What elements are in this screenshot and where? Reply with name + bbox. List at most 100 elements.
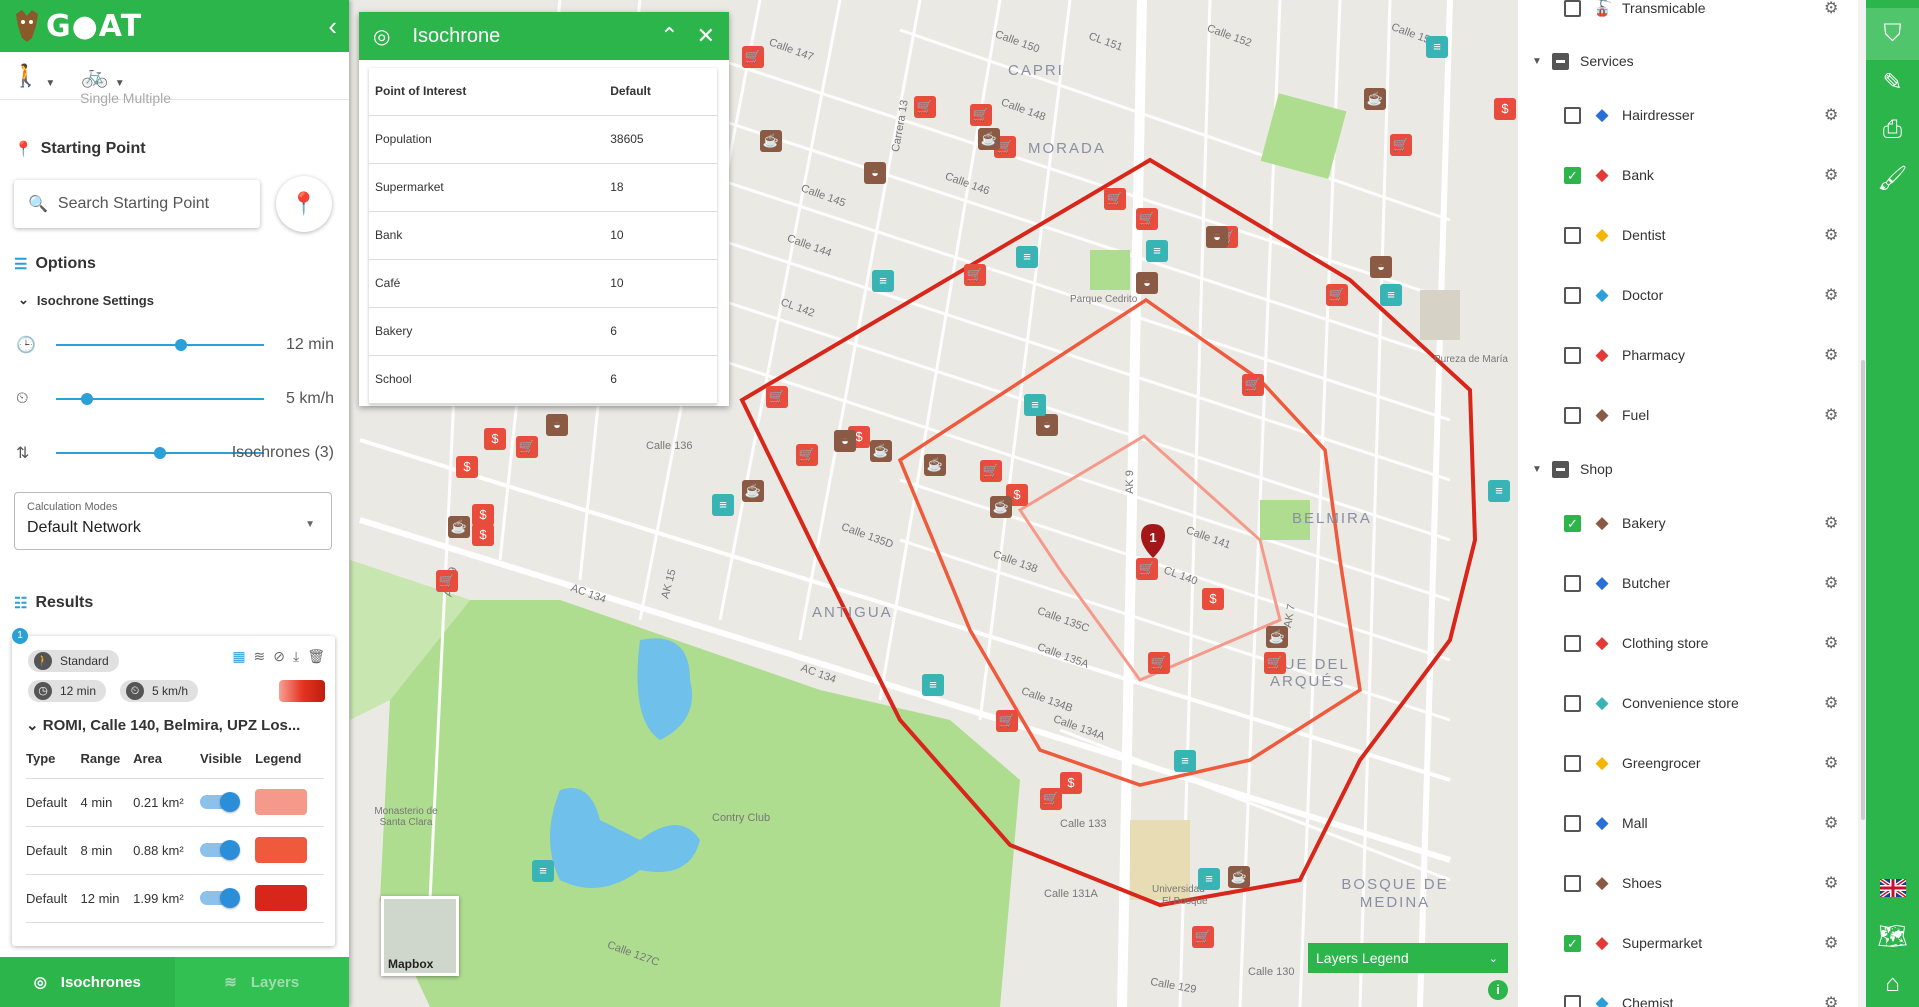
legend-swatch[interactable] [255,837,308,863]
map-search-icon[interactable]: 🗺 [1866,910,1919,962]
bank-poi-icon[interactable]: $ [472,524,494,546]
layers-icon[interactable]: ≋ [254,648,266,665]
gear-icon[interactable]: ⚙ [1824,0,1838,18]
gear-icon[interactable]: ⚙ [1824,165,1838,185]
supermarket-poi-icon[interactable]: 🛒 [1326,284,1348,306]
cafe-poi-icon[interactable]: ☕ [1364,88,1386,110]
isochrone-color-gradient[interactable] [279,680,325,702]
gear-icon[interactable]: ⚙ [1824,873,1838,893]
cafe-poi-icon[interactable]: ☕ [448,516,470,538]
layer-item-bank[interactable]: ✓ ◆ Bank ⚙ [1518,155,1858,195]
legend-swatch[interactable] [255,789,308,815]
layers-legend-button[interactable]: Layers Legend ⌄ [1308,943,1508,973]
checkbox[interactable] [1564,754,1581,772]
slider-track[interactable] [56,344,264,346]
supermarket-poi-icon[interactable]: 🛒 [964,264,986,286]
layer-item-dentist[interactable]: ◆ Dentist ⚙ [1518,215,1858,255]
supermarket-poi-icon[interactable]: 🛒 [914,96,936,118]
filter-icon[interactable]: ⛉ [1866,8,1919,60]
layer-item-hairdresser[interactable]: ◆ Hairdresser ⚙ [1518,95,1858,135]
cafe-poi-icon[interactable]: ☕ [760,130,782,152]
supermarket-poi-icon[interactable]: 🛒 [1242,374,1264,396]
supermarket-poi-icon[interactable]: 🛒 [436,570,458,592]
supermarket-poi-icon[interactable]: 🛒 [516,436,538,458]
bus-stop-poi-icon[interactable]: ≡ [872,270,894,292]
edit-icon[interactable]: ✎ [1866,56,1919,108]
travel-time-slider[interactable]: 🕒 12 min [16,330,334,360]
collapse-panel-icon[interactable]: ‹ [328,11,337,42]
cafe-poi-icon[interactable]: ☕ [742,480,764,502]
layer-item-shoes[interactable]: ◆ Shoes ⚙ [1518,863,1858,903]
bus-stop-poi-icon[interactable]: ≡ [1016,246,1038,268]
speed-slider[interactable]: ⏲ 5 km/h [16,384,334,414]
slider-thumb[interactable] [154,447,166,459]
layer-item-mall[interactable]: ◆ Mall ⚙ [1518,803,1858,843]
tab-layers[interactable]: ≋ Layers [174,957,349,1007]
layer-item-doctor[interactable]: ◆ Doctor ⚙ [1518,275,1858,315]
checkbox[interactable] [1564,694,1581,712]
supermarket-poi-icon[interactable]: 🛒 [1148,652,1170,674]
supermarket-poi-icon[interactable]: 🛒 [1264,652,1286,674]
supermarket-poi-icon[interactable]: 🛒 [1390,134,1412,156]
gear-icon[interactable]: ⚙ [1824,993,1838,1007]
checkbox[interactable] [1564,286,1581,304]
tab-isochrones[interactable]: ◎ Isochrones [0,957,175,1007]
layer-item-pharmacy[interactable]: ◆ Pharmacy ⚙ [1518,335,1858,375]
bus-stop-poi-icon[interactable]: ≡ [1024,394,1046,416]
gear-icon[interactable]: ⚙ [1824,753,1838,773]
bus-stop-poi-icon[interactable]: ≡ [922,674,944,696]
walk-mode-button[interactable]: 🚶 ▼ [12,63,55,89]
gear-icon[interactable]: ⚙ [1824,405,1838,425]
visible-toggle[interactable] [200,888,241,908]
checkbox[interactable] [1564,226,1581,244]
gear-icon[interactable]: ⚙ [1824,693,1838,713]
checkbox[interactable] [1564,994,1581,1007]
language-flag-icon[interactable] [1866,862,1919,914]
layer-item-fuel[interactable]: ◆ Fuel ⚙ [1518,395,1858,435]
bus-stop-poi-icon[interactable]: ≡ [1426,36,1448,58]
supermarket-poi-icon[interactable]: 🛒 [796,444,818,466]
layer-item-supermarket[interactable]: ✓ ◆ Supermarket ⚙ [1518,923,1858,963]
bus-stop-poi-icon[interactable]: ≡ [1174,750,1196,772]
checkbox[interactable] [1564,634,1581,652]
bus-stop-poi-icon[interactable]: ≡ [1146,240,1168,262]
supermarket-poi-icon[interactable]: 🛒 [742,46,764,68]
slider-thumb[interactable] [174,339,187,351]
checkbox[interactable] [1564,346,1581,364]
bank-poi-icon[interactable]: $ [484,428,506,450]
bank-poi-icon[interactable]: $ [1494,98,1516,120]
chevron-up-icon[interactable]: ⌃ [660,23,678,49]
supermarket-poi-icon[interactable]: 🛒 [766,386,788,408]
calculation-mode-select[interactable]: Calculation Modes Default Network ▼ [14,492,332,550]
close-icon[interactable]: ✕ [697,23,715,49]
cafe-poi-icon[interactable]: ☕ [978,128,1000,150]
checkbox[interactable] [1564,874,1581,892]
bakery-poi-icon[interactable]: ◒ [1136,272,1158,294]
layer-item-greengrocer[interactable]: ◆ Greengrocer ⚙ [1518,743,1858,783]
visible-toggle[interactable] [200,840,241,860]
print-icon[interactable]: ⎙ [1866,104,1919,156]
bakery-poi-icon[interactable]: ◒ [1036,414,1058,436]
supermarket-poi-icon[interactable]: 🛒 [1136,558,1158,580]
bus-stop-poi-icon[interactable]: ≡ [1198,868,1220,890]
checkbox[interactable]: ✓ [1564,166,1581,184]
checkbox[interactable] [1564,814,1581,832]
bank-poi-icon[interactable]: $ [456,456,478,478]
starting-point-search-input[interactable]: 🔍 Search Starting Point [14,180,260,228]
gear-icon[interactable]: ⚙ [1824,813,1838,833]
legend-swatch[interactable] [255,885,308,911]
bank-poi-icon[interactable]: $ [1060,772,1082,794]
bus-stop-poi-icon[interactable]: ≡ [712,494,734,516]
bakery-poi-icon[interactable]: ◒ [1206,226,1228,248]
cafe-poi-icon[interactable]: ☕ [990,496,1012,518]
cafe-poi-icon[interactable]: ☕ [1228,866,1250,888]
supermarket-poi-icon[interactable]: 🛒 [996,710,1018,732]
supermarket-poi-icon[interactable]: 🛒 [980,460,1002,482]
gear-icon[interactable]: ⚙ [1824,573,1838,593]
checkbox[interactable]: ✓ [1564,514,1581,532]
gear-icon[interactable]: ⚙ [1824,225,1838,245]
download-icon[interactable]: ⤓ [293,648,299,665]
isochrone-steps-slider[interactable]: ⇅ Isochrones (3) [16,438,334,468]
layer-item-butcher[interactable]: ◆ Butcher ⚙ [1518,563,1858,603]
bakery-poi-icon[interactable]: ◒ [1370,256,1392,278]
